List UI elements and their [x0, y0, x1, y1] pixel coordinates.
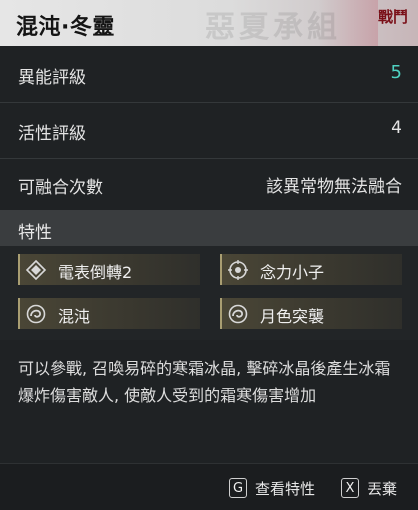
- trait-chip[interactable]: 念力小子: [220, 254, 402, 285]
- stat-row-fusion: 可融合次數 該異常物無法融合: [0, 156, 418, 213]
- button-label: 丟棄: [367, 479, 398, 498]
- header-bar: 惡夏承組 混沌·冬靈 戰鬥: [0, 0, 418, 46]
- button-label: 查看特性: [255, 479, 316, 498]
- trait-chip[interactable]: 混沌: [18, 298, 200, 329]
- discard-button[interactable]: X 丟棄: [341, 476, 397, 500]
- target-icon: [225, 257, 250, 282]
- item-description: 可以參戰, 召喚易碎的寒霜冰晶, 擊碎冰晶後產生冰霜爆炸傷害敵人, 使敵人受到的…: [18, 359, 391, 405]
- key-hint: X: [341, 478, 359, 498]
- stat-value: 4: [391, 118, 402, 138]
- stat-label: 可融合次數: [18, 178, 103, 198]
- swirl-icon: [23, 301, 48, 326]
- traits-grid: 電表倒轉2 念力小子 混沌 月色突襲: [0, 246, 418, 340]
- key-hint: G: [229, 478, 247, 498]
- trait-chip[interactable]: 月色突襲: [220, 298, 402, 329]
- stat-row-activity: 活性評級 4: [0, 102, 418, 159]
- trait-name: 月色突襲: [260, 307, 325, 326]
- header-watermark: 惡夏承組: [205, 10, 341, 45]
- stat-value: 5: [390, 62, 402, 83]
- view-traits-button[interactable]: G 查看特性: [229, 476, 315, 500]
- trait-name: 混沌: [58, 307, 91, 326]
- section-title: 特性: [18, 223, 52, 243]
- stat-value: 該異常物無法融合: [266, 177, 402, 197]
- trait-name: 念力小子: [260, 263, 325, 282]
- footer-bar: G 查看特性 X 丟棄: [0, 463, 418, 510]
- trait-chip[interactable]: 電表倒轉2: [18, 254, 200, 285]
- stat-label: 活性評級: [18, 124, 86, 144]
- stat-label: 異能評級: [18, 68, 86, 88]
- stat-row-rating: 異能評級 5: [0, 46, 418, 103]
- traits-section-header: 特性: [0, 210, 418, 246]
- trait-name: 電表倒轉2: [58, 263, 133, 282]
- item-title: 混沌·冬靈: [16, 15, 115, 40]
- swirl-icon: [225, 301, 250, 326]
- diamond-icon: [23, 257, 48, 282]
- category-tag: 戰鬥: [377, 8, 408, 26]
